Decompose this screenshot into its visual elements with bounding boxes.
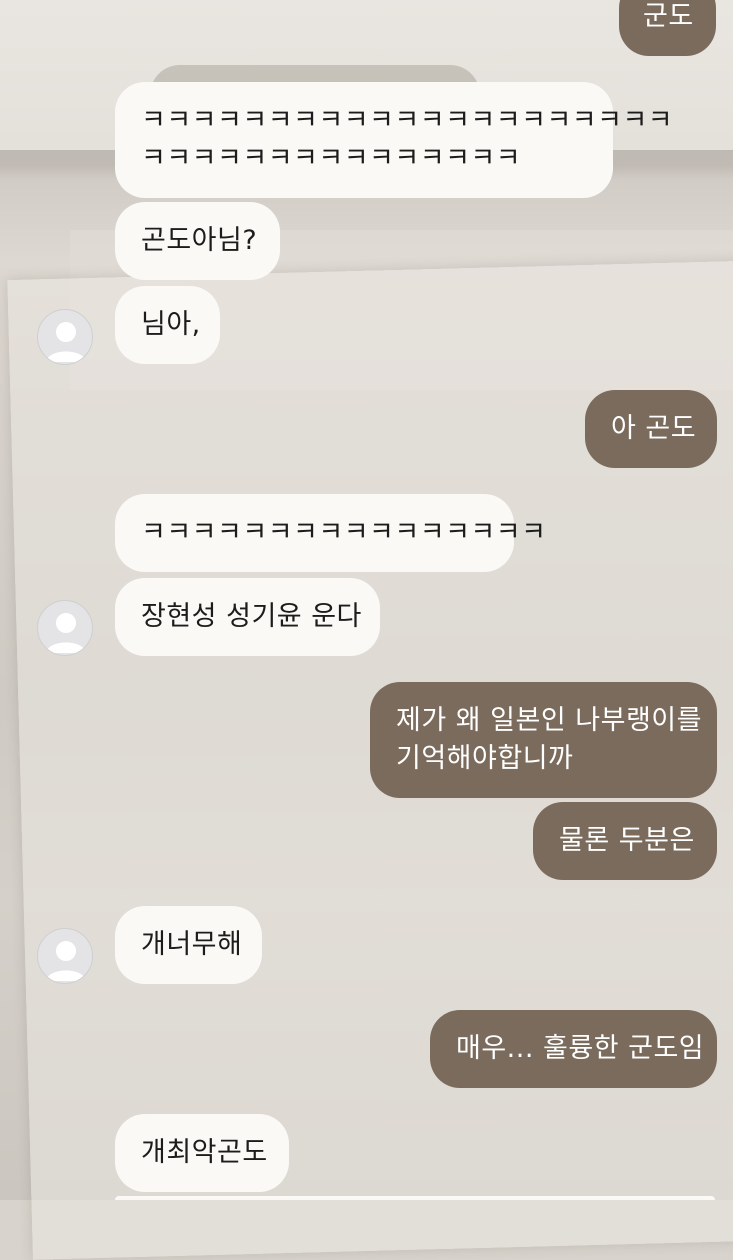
message-text: ㅋㅋㅋㅋㅋㅋㅋㅋㅋㅋㅋㅋㅋㅋㅋㅋㅋㅋㅋㅋㅋ: [141, 105, 674, 136]
message-bubble-outgoing[interactable]: 군도: [619, 0, 716, 56]
message-text: 곤도아님?: [141, 225, 258, 256]
default-profile-icon[interactable]: [37, 928, 93, 984]
message-bubble-outgoing[interactable]: 아 곤도: [585, 390, 717, 468]
message-bubble-outgoing[interactable]: 물론 두분은: [533, 802, 717, 880]
message-bubble-incoming[interactable]: 곤도아님?: [115, 202, 280, 280]
message-bubble-incoming-partial[interactable]: [115, 1196, 715, 1200]
message-bubble-outgoing[interactable]: 매우... 훌륭한 군도임: [430, 1010, 717, 1088]
message-bubble-incoming[interactable]: 개너무해: [115, 906, 262, 984]
message-text: 매우... 훌륭한 군도임: [456, 1033, 705, 1064]
message-text: 기억해야합니까: [396, 743, 574, 774]
message-text: 제가 왜 일본인 나부랭이를: [396, 705, 702, 736]
message-text: 개너무해: [141, 929, 243, 960]
message-text: 물론 두분은: [559, 825, 695, 856]
message-text: 군도: [643, 1, 694, 32]
message-text: ㅋㅋㅋㅋㅋㅋㅋㅋㅋㅋㅋㅋㅋㅋㅋㅋ: [141, 517, 547, 548]
message-bubble-incoming[interactable]: ㅋㅋㅋㅋㅋㅋㅋㅋㅋㅋㅋㅋㅋㅋㅋㅋ: [115, 494, 547, 572]
message-text: 아 곤도: [611, 413, 697, 444]
message-text: 개최악곤도: [141, 1137, 268, 1168]
default-profile-icon[interactable]: [37, 600, 93, 656]
message-bubble-incoming[interactable]: 님아,: [115, 286, 220, 364]
message-bubble-incoming[interactable]: 장현성 성기윤 운다: [115, 578, 380, 656]
default-profile-icon[interactable]: [37, 309, 93, 365]
message-bubble-incoming[interactable]: 개최악곤도: [115, 1114, 289, 1192]
message-text: 장현성 성기윤 운다: [141, 601, 362, 632]
message-text: ㅋㅋㅋㅋㅋㅋㅋㅋㅋㅋㅋㅋㅋㅋㅋ: [141, 143, 522, 174]
message-bubble-incoming[interactable]: ㅋㅋㅋㅋㅋㅋㅋㅋㅋㅋㅋㅋㅋㅋㅋㅋㅋㅋㅋㅋㅋ ㅋㅋㅋㅋㅋㅋㅋㅋㅋㅋㅋㅋㅋㅋㅋ: [115, 82, 674, 198]
message-text: 님아,: [141, 309, 201, 340]
message-bubble-outgoing[interactable]: 제가 왜 일본인 나부랭이를 기억해야합니까: [370, 682, 717, 798]
